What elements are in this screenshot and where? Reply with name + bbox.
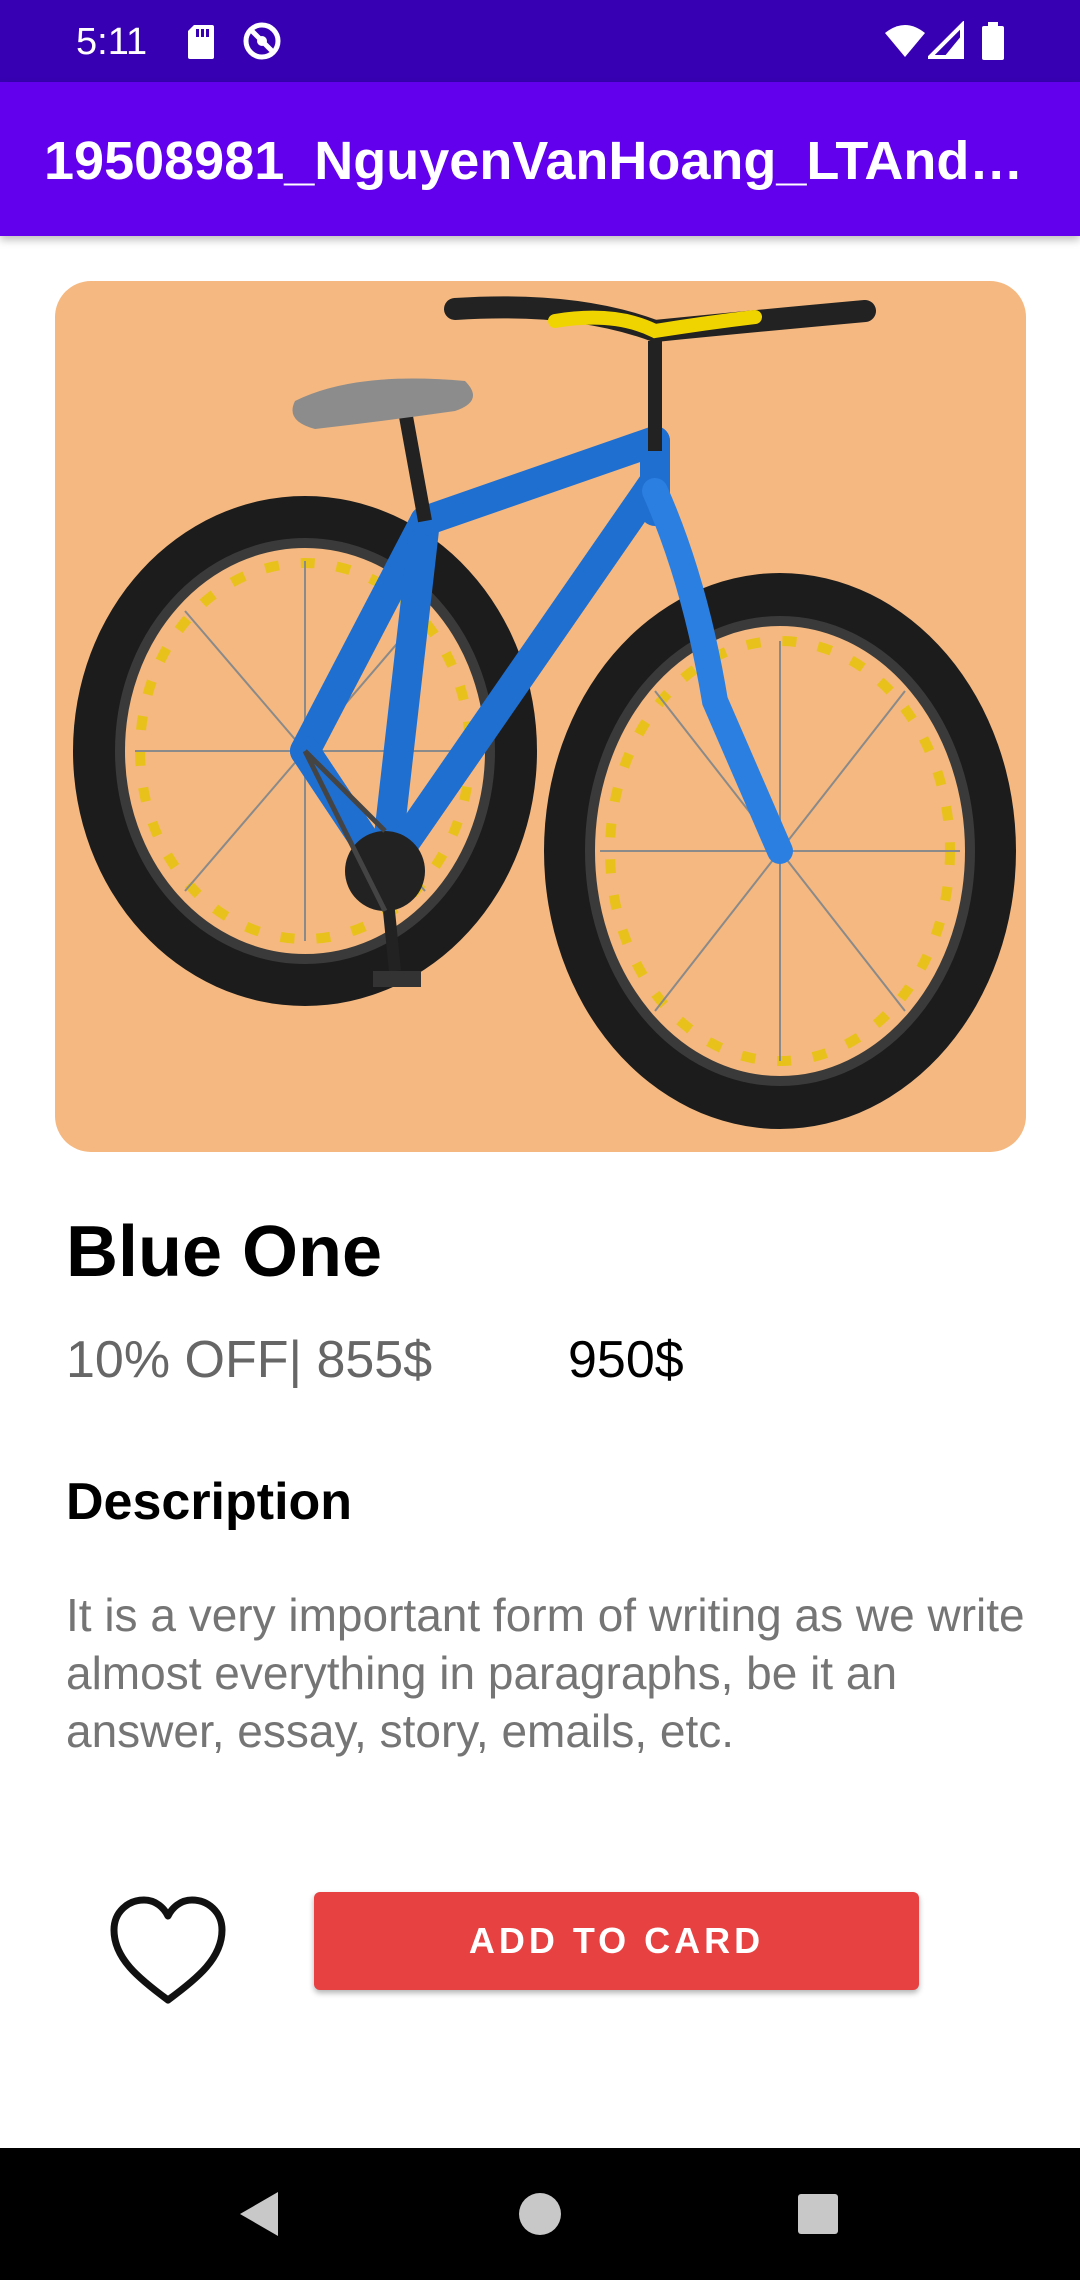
home-icon[interactable] [508, 2182, 572, 2246]
cellular-signal-icon [928, 21, 964, 59]
do-not-disturb-icon [243, 22, 281, 60]
discount-price: 10% OFF| 855$ [66, 1331, 433, 1389]
original-price: 950$ [568, 1331, 684, 1389]
product-image [55, 281, 1026, 1152]
status-bar: 5:11 [0, 0, 1080, 82]
app-bar: 19508981_NguyenVanHoang_LTAnd… [0, 82, 1080, 236]
product-detail-screen: 5:11 19508981_NguyenVanHoang_LTAnd… Blue… [0, 0, 1080, 2280]
app-title: 19508981_NguyenVanHoang_LTAnd… [44, 131, 1024, 191]
recents-icon[interactable] [786, 2182, 850, 2246]
status-time: 5:11 [76, 21, 148, 63]
back-icon[interactable] [226, 2182, 290, 2246]
sd-card-icon [188, 25, 214, 59]
heart-outline-icon[interactable] [108, 1896, 228, 2008]
add-to-card-button[interactable]: ADD TO CARD [314, 1892, 919, 1990]
product-name: Blue One [66, 1212, 383, 1292]
battery-icon [982, 22, 1004, 60]
wifi-icon [885, 25, 925, 57]
bicycle-image [73, 296, 1016, 1129]
description-body: It is a very important form of writing a… [66, 1589, 1025, 1757]
navigation-bar [0, 2148, 1080, 2280]
description-heading: Description [66, 1473, 353, 1531]
